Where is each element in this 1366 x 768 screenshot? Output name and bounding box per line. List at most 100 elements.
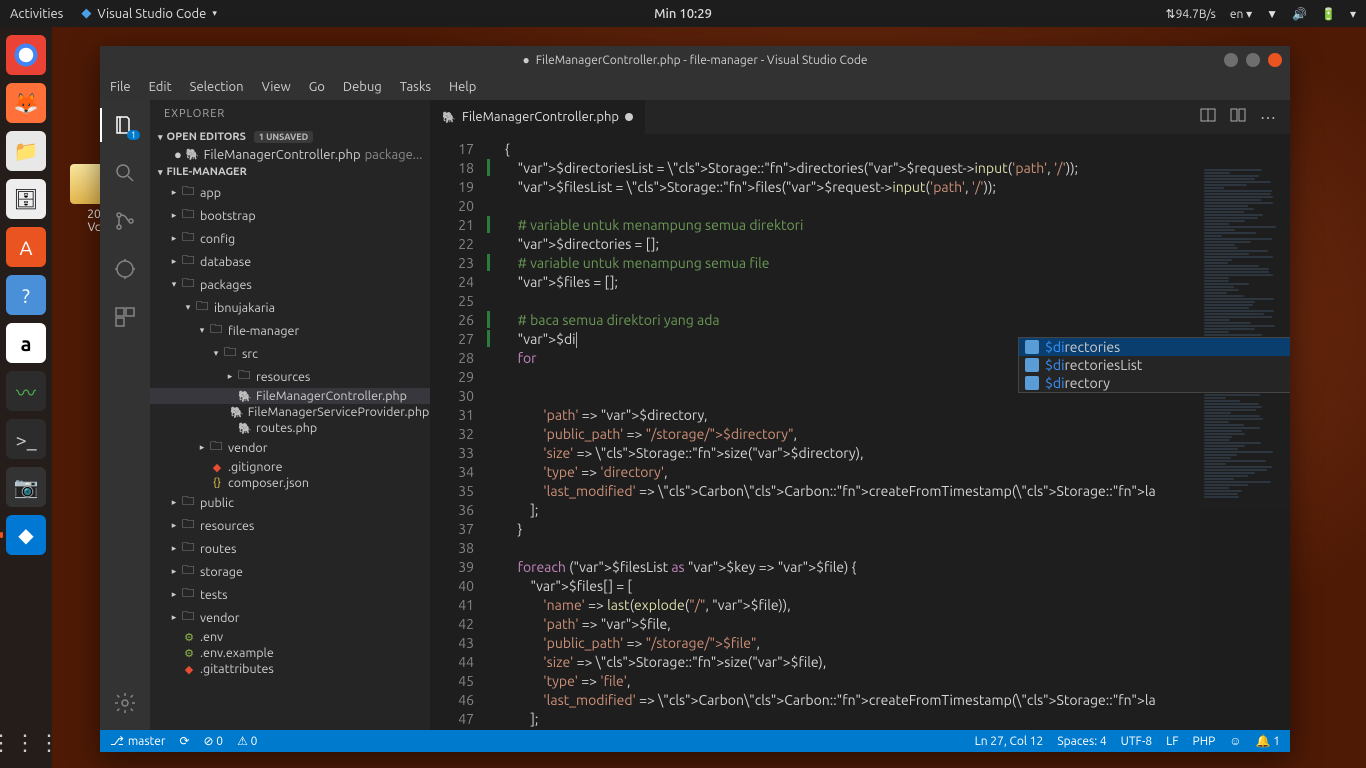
status-warnings[interactable]: ⚠ 0 <box>237 734 257 748</box>
battery-icon[interactable]: 🔋 <box>1321 7 1336 21</box>
folder-icon: 🗀 <box>196 297 210 318</box>
volume-icon[interactable]: 🔊 <box>1292 7 1307 21</box>
tree-item[interactable]: ◆.gitattributes <box>150 661 430 677</box>
status-encoding[interactable]: UTF-8 <box>1121 735 1152 748</box>
json-icon: {} <box>210 477 224 489</box>
suggest-item[interactable]: $directoriesList <box>1019 356 1290 374</box>
folder-icon: 🗀 <box>182 584 196 605</box>
dock-vscode[interactable]: ◆ <box>6 515 46 555</box>
menu-go[interactable]: Go <box>309 80 325 94</box>
tree-item[interactable]: ⚙.env <box>150 629 430 645</box>
open-editor-item[interactable]: ● 🐘 FileManagerController.php package... <box>150 146 430 163</box>
tree-item[interactable]: ▸🗀database <box>150 250 430 273</box>
tree-item[interactable]: 🐘FileManagerController.php <box>150 388 430 404</box>
more-actions-icon[interactable]: ⋯ <box>1260 108 1276 127</box>
line-gutter[interactable]: 1718192021222324252627282930313233343536… <box>430 134 492 730</box>
window-close[interactable] <box>1268 53 1282 67</box>
status-sync[interactable]: ⟳ <box>179 734 189 748</box>
menu-help[interactable]: Help <box>449 80 476 94</box>
ubuntu-top-panel: Activities ◆ Visual Studio Code ▾ Min 10… <box>0 0 1366 27</box>
env-icon: ⚙ <box>182 631 196 644</box>
minimap[interactable] <box>1200 168 1290 730</box>
status-errors[interactable]: ⊘ 0 <box>204 734 224 748</box>
status-indent[interactable]: Spaces: 4 <box>1057 735 1106 748</box>
system-menu-arrow[interactable]: ▾ <box>1350 7 1356 21</box>
tree-item[interactable]: ◆.gitignore <box>150 459 430 475</box>
open-editors-header[interactable]: ▾OPEN EDITORS 1 UNSAVED <box>150 128 430 146</box>
dock-nautilus[interactable]: 🗄 <box>6 179 46 219</box>
editor-tab[interactable]: 🐘 FileManagerController.php <box>430 100 645 134</box>
variable-icon <box>1025 376 1039 390</box>
tree-item[interactable]: ▾🗀file-manager <box>150 319 430 342</box>
dock-show-apps[interactable]: ⋮⋮⋮ <box>0 730 62 756</box>
network-icon[interactable]: ▼ <box>1266 7 1278 21</box>
tree-item[interactable]: ⚙.env.example <box>150 645 430 661</box>
tree-item[interactable]: ▸🗀routes <box>150 537 430 560</box>
menu-tasks[interactable]: Tasks <box>400 80 431 94</box>
unsaved-badge: 1 UNSAVED <box>254 131 313 143</box>
status-position[interactable]: Ln 27, Col 12 <box>975 735 1044 748</box>
keyboard-lang[interactable]: en ▾ <box>1230 7 1252 21</box>
window-maximize[interactable] <box>1246 53 1260 67</box>
activity-debug[interactable] <box>112 256 138 282</box>
tree-item[interactable]: ▸🗀resources <box>150 514 430 537</box>
window-minimize[interactable] <box>1224 53 1238 67</box>
tree-item[interactable]: ▸🗀vendor <box>150 606 430 629</box>
tree-item[interactable]: ▸🗀config <box>150 227 430 250</box>
side-by-side-icon[interactable] <box>1230 107 1246 127</box>
dock-chrome[interactable] <box>6 35 46 75</box>
code-content[interactable]: { "var">$directoriesList = \"cls">Storag… <box>492 134 1290 730</box>
tree-item[interactable]: ▸🗀tests <box>150 583 430 606</box>
file-tree: ▸🗀app▸🗀bootstrap▸🗀config▸🗀database▾🗀pack… <box>150 181 430 730</box>
menu-selection[interactable]: Selection <box>190 80 244 94</box>
project-header[interactable]: ▾FILE-MANAGER <box>150 163 430 181</box>
tree-item[interactable]: ▸🗀public <box>150 491 430 514</box>
code-area[interactable]: 1718192021222324252627282930313233343536… <box>430 134 1290 730</box>
tree-item[interactable]: ▾🗀ibnujakaria <box>150 296 430 319</box>
tree-item[interactable]: ▾🗀packages <box>150 273 430 296</box>
php-icon: 🐘 <box>186 148 200 161</box>
status-language[interactable]: PHP <box>1193 735 1216 748</box>
dock-firefox[interactable]: 🦊 <box>6 83 46 123</box>
status-eol[interactable]: LF <box>1166 735 1178 748</box>
tree-item[interactable]: ▸🗀resources <box>150 365 430 388</box>
tree-item[interactable]: 🐘FileManagerServiceProvider.php <box>150 404 430 420</box>
status-notifications[interactable]: 🔔 1 <box>1256 734 1280 748</box>
tree-item[interactable]: ▸🗀bootstrap <box>150 204 430 227</box>
status-branch[interactable]: ⎇ master <box>110 734 165 748</box>
activities-button[interactable]: Activities <box>10 7 63 21</box>
tree-item[interactable]: ▸🗀app <box>150 181 430 204</box>
dock-help[interactable]: ? <box>6 275 46 315</box>
dock-amazon[interactable]: a <box>6 323 46 363</box>
activity-explorer[interactable]: 1 <box>112 112 138 138</box>
dock-screenshot[interactable]: 📷 <box>6 467 46 507</box>
menu-edit[interactable]: Edit <box>149 80 172 94</box>
activity-search[interactable] <box>112 160 138 186</box>
current-app-indicator[interactable]: ◆ Visual Studio Code ▾ <box>81 6 217 21</box>
titlebar[interactable]: ●FileManagerController.php - file-manage… <box>100 46 1290 74</box>
dock-software[interactable]: A <box>6 227 46 267</box>
activity-settings[interactable] <box>112 690 138 716</box>
dock-terminal[interactable]: >_ <box>6 419 46 459</box>
panel-clock[interactable]: Min 10:29 <box>654 7 712 21</box>
status-feedback-icon[interactable]: ☺ <box>1229 734 1241 748</box>
folder-icon: 🗀 <box>182 182 196 203</box>
suggest-item[interactable]: $directory <box>1019 374 1290 392</box>
tree-item[interactable]: {}composer.json <box>150 475 430 491</box>
activity-extensions[interactable] <box>112 304 138 330</box>
tree-item[interactable]: 🐘routes.php <box>150 420 430 436</box>
activity-scm[interactable] <box>112 208 138 234</box>
menu-view[interactable]: View <box>262 80 291 94</box>
dock-files[interactable]: 📁 <box>6 131 46 171</box>
folder-icon: 🗀 <box>182 492 196 513</box>
dock-sysmon[interactable]: 〰 <box>6 371 46 411</box>
menu-debug[interactable]: Debug <box>343 80 382 94</box>
tree-item[interactable]: ▸🗀vendor <box>150 436 430 459</box>
menu-file[interactable]: File <box>110 80 131 94</box>
suggest-item[interactable]: $directories <box>1019 338 1290 356</box>
tree-item[interactable]: ▸🗀storage <box>150 560 430 583</box>
tree-item[interactable]: ▾🗀src <box>150 342 430 365</box>
split-editor-icon[interactable] <box>1200 107 1216 127</box>
php-icon: 🐘 <box>238 422 252 435</box>
folder-icon: 🗀 <box>182 251 196 272</box>
